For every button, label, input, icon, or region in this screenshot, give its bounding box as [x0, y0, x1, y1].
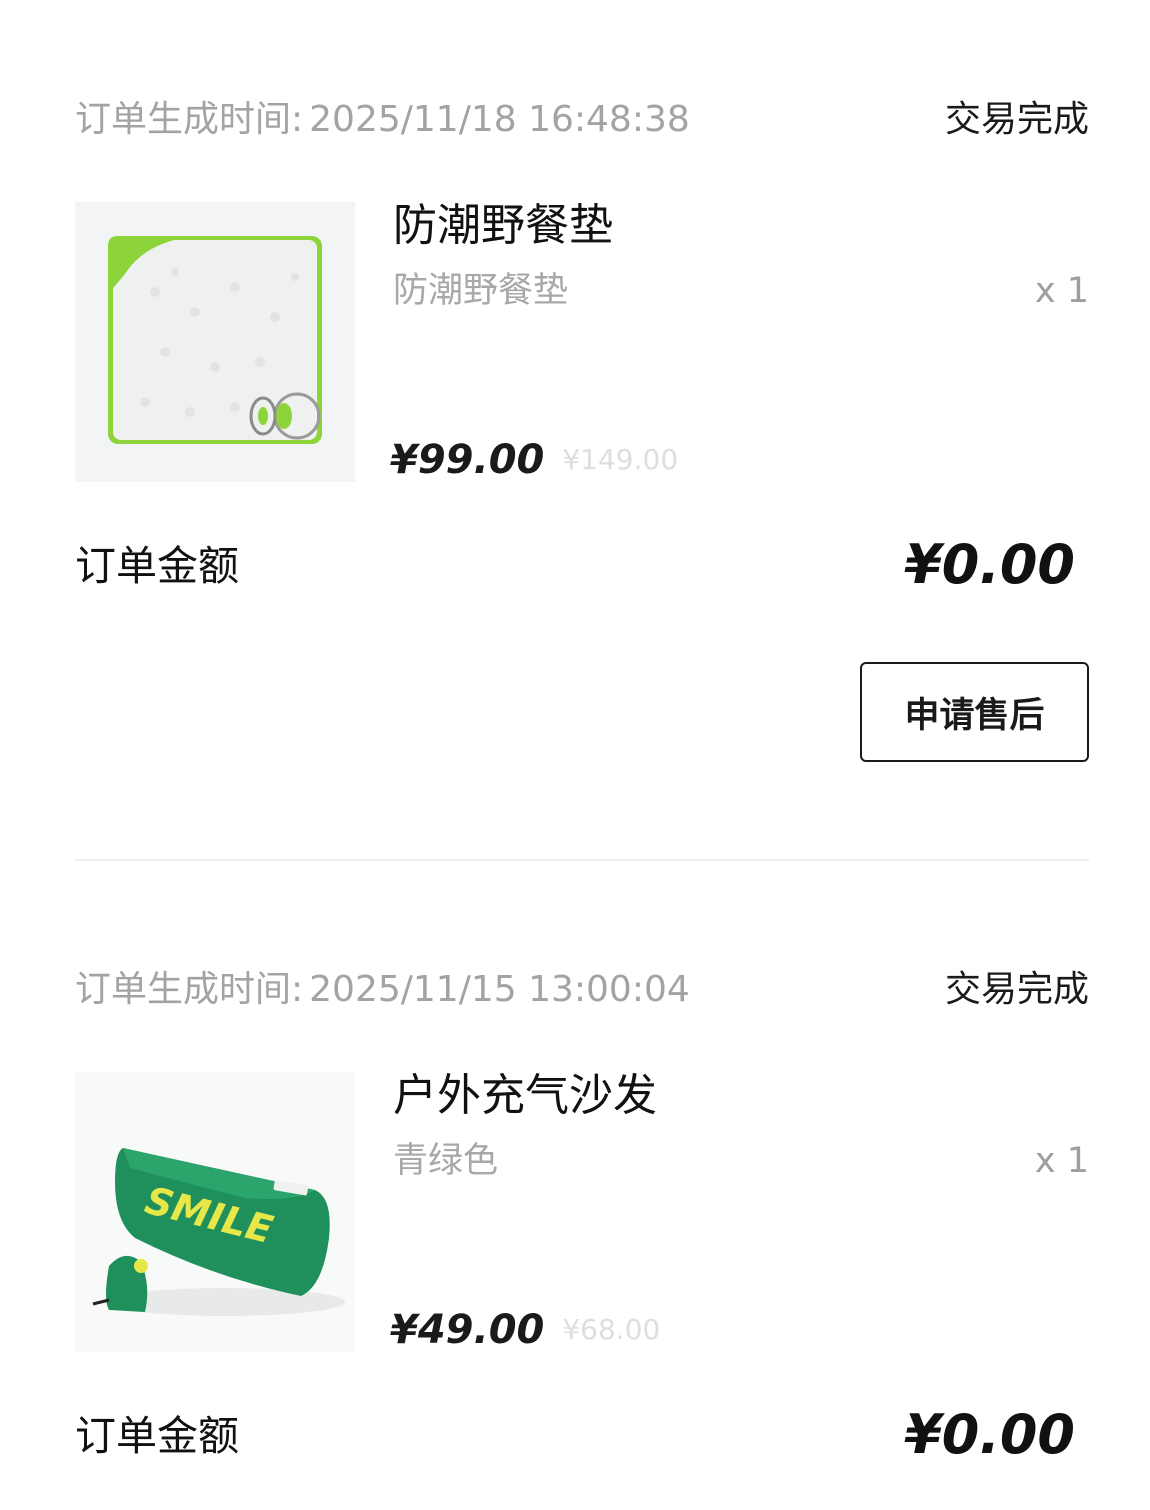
order-time: 订单生成时间: 2025/11/18 16:48:38 — [75, 90, 690, 150]
order-divider — [75, 859, 1089, 861]
product-price: ¥49.00 — [390, 1307, 545, 1353]
order-time-label: 订单生成时间: — [75, 99, 304, 140]
apply-aftersale-button[interactable]: 申请售后 — [860, 662, 1089, 762]
inflatable-sofa-image: SMILE — [75, 1072, 355, 1352]
product-image[interactable]: SMILE — [75, 1072, 355, 1352]
product-price: ¥99.00 — [390, 437, 545, 483]
order-time-value: 2025/11/15 13:00:04 — [309, 969, 690, 1010]
product-quantity: x 1 — [1034, 1141, 1089, 1181]
product-quantity: x 1 — [1034, 271, 1089, 311]
product-image[interactable] — [75, 202, 355, 482]
product-spec: 青绿色 — [393, 1141, 499, 1181]
order-status: 交易完成 — [944, 969, 1089, 1010]
order-card[interactable]: 订单生成时间: 2025/11/18 16:48:38 交易完成 防潮野餐垫 防潮… — [75, 90, 1089, 770]
order-total-label: 订单金额 — [75, 542, 239, 590]
product-name[interactable]: 防潮野餐垫 — [393, 198, 613, 254]
order-time-label: 订单生成时间: — [75, 969, 304, 1010]
order-time-value: 2025/11/18 16:48:38 — [309, 99, 690, 140]
picnic-mat-image — [75, 202, 355, 482]
order-total-value: ¥0.00 — [904, 533, 1075, 596]
order-status: 交易完成 — [944, 99, 1089, 140]
product-original-price: ¥149.00 — [562, 443, 679, 476]
price-row: ¥99.00 ¥149.00 — [390, 430, 678, 490]
order-header: 订单生成时间: 2025/11/15 13:00:04 交易完成 — [75, 960, 1089, 1020]
order-time: 订单生成时间: 2025/11/15 13:00:04 — [75, 960, 690, 1020]
product-name[interactable]: 户外充气沙发 — [393, 1068, 657, 1124]
product-spec: 防潮野餐垫 — [393, 271, 569, 311]
order-header: 订单生成时间: 2025/11/18 16:48:38 交易完成 — [75, 90, 1089, 150]
product-original-price: ¥68.00 — [562, 1313, 661, 1346]
order-card[interactable]: 订单生成时间: 2025/11/15 13:00:04 交易完成 SMILE 户外… — [75, 960, 1089, 1510]
order-total-label: 订单金额 — [75, 1412, 239, 1460]
price-row: ¥49.00 ¥68.00 — [390, 1300, 660, 1360]
order-total-value: ¥0.00 — [904, 1403, 1075, 1466]
